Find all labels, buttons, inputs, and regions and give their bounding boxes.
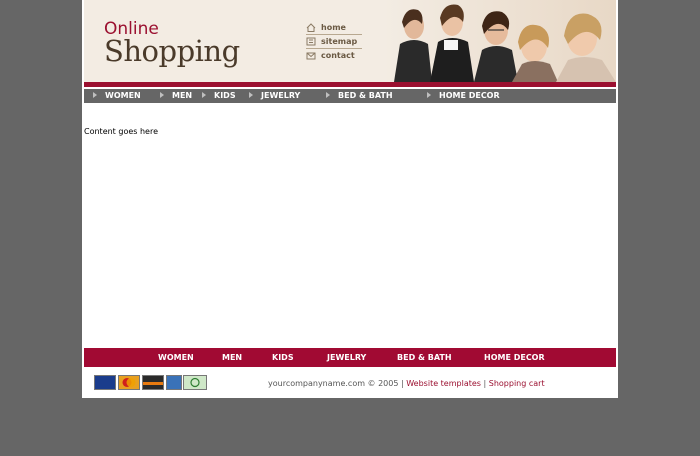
nav-item-jewelry[interactable]: JEWELRY: [249, 89, 300, 103]
main-nav: WOMEN MEN KIDS JEWELRY BED & BATH HOME D…: [84, 89, 616, 103]
header: Online Shopping home sitemap contact: [84, 0, 616, 82]
header-people-photo: [384, 0, 616, 82]
nav-item-label: WOMEN: [105, 91, 141, 100]
mastercard-circles: [122, 378, 136, 387]
nav-item-bed-bath[interactable]: BED & BATH: [326, 89, 393, 103]
sitemap-link-label: sitemap: [321, 37, 358, 46]
arrow-right-icon: [160, 91, 164, 98]
arrow-right-icon: [93, 91, 97, 98]
nav-item-women[interactable]: WOMEN: [93, 89, 141, 103]
echeck-icon: [183, 375, 207, 390]
contact-link-label: contact: [321, 51, 355, 60]
shopping-cart-link[interactable]: Shopping cart: [489, 379, 545, 388]
sitemap-icon: [306, 37, 316, 46]
copyright-text: yourcompanyname.com © 2005 |: [268, 379, 404, 388]
nav-item-home-decor[interactable]: HOME DECOR: [427, 89, 500, 103]
header-accent-bar: [84, 82, 616, 87]
footer-nav-jewelry[interactable]: JEWELRY: [327, 348, 366, 367]
top-links: home sitemap contact: [306, 22, 377, 64]
footer-nav-kids[interactable]: KIDS: [272, 348, 294, 367]
visa-card-icon: [94, 375, 116, 390]
footer-nav-home-decor[interactable]: HOME DECOR: [484, 348, 545, 367]
divider: [306, 34, 362, 35]
nav-item-label: KIDS: [214, 91, 236, 100]
nav-item-men[interactable]: MEN: [160, 89, 192, 103]
mail-icon: [306, 52, 316, 60]
contact-link[interactable]: contact: [306, 50, 377, 64]
arrow-right-icon: [427, 91, 431, 98]
arrow-right-icon: [326, 91, 330, 98]
arrow-right-icon: [249, 91, 253, 98]
home-link[interactable]: home: [306, 22, 377, 36]
link-separator: |: [483, 379, 487, 388]
page-container: Online Shopping home sitemap contact WOM…: [82, 0, 618, 398]
home-icon: [306, 23, 316, 32]
nav-item-label: HOME DECOR: [439, 91, 500, 100]
amex-card-icon: [166, 375, 182, 390]
nav-item-label: JEWELRY: [261, 91, 301, 100]
discover-card-icon: [142, 375, 164, 390]
divider: [306, 48, 362, 49]
website-templates-link[interactable]: Website templates: [406, 379, 481, 388]
echeck-mark: [190, 377, 200, 388]
footer-nav-men[interactable]: MEN: [222, 348, 242, 367]
nav-item-label: MEN: [172, 91, 193, 100]
discover-stripe: [143, 382, 163, 385]
footer-nav: WOMEN MEN KIDS JEWELRY BED & BATH HOME D…: [84, 348, 616, 367]
arrow-right-icon: [202, 91, 206, 98]
nav-item-label: BED & BATH: [338, 91, 393, 100]
main-content-text: Content goes here: [84, 127, 158, 136]
home-link-label: home: [321, 23, 346, 32]
footer-copyright: yourcompanyname.com © 2005 | Website tem…: [268, 379, 545, 388]
footer-nav-bed-bath[interactable]: BED & BATH: [397, 348, 452, 367]
mastercard-icon: [118, 375, 140, 390]
nav-item-kids[interactable]: KIDS: [202, 89, 236, 103]
footer-nav-women[interactable]: WOMEN: [158, 348, 194, 367]
sitemap-link[interactable]: sitemap: [306, 36, 377, 50]
logo-text-shopping: Shopping: [104, 34, 240, 68]
